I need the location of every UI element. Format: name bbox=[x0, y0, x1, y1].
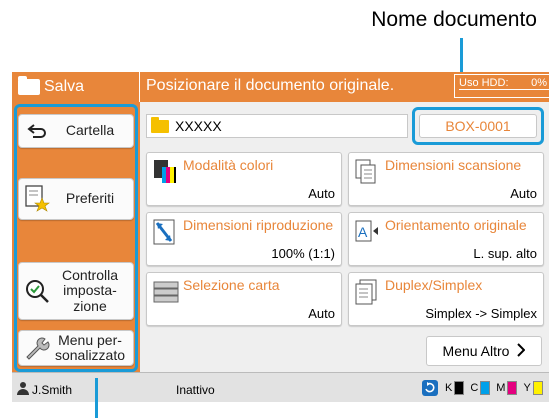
tile-scan-size[interactable]: Dimensioni scansione Auto bbox=[348, 152, 544, 206]
folder-name-field[interactable]: XXXXX bbox=[146, 114, 408, 138]
more-menu-label: Menu Altro bbox=[442, 343, 510, 359]
ink-m: M bbox=[496, 381, 518, 395]
chevron-right-icon bbox=[517, 342, 526, 360]
tile-value: 100% (1:1) bbox=[271, 246, 335, 261]
box-highlight: BOX-0001 bbox=[412, 107, 544, 145]
magnifier-check-icon bbox=[23, 277, 51, 305]
ink-levels: K C M Y bbox=[422, 380, 546, 396]
tile-color-mode[interactable]: Modalità colori Auto bbox=[146, 152, 342, 206]
back-arrow-icon bbox=[23, 117, 51, 145]
tile-title: Duplex/Simplex bbox=[385, 277, 483, 293]
mode-tab: Salva bbox=[12, 72, 140, 102]
tile-value: Auto bbox=[308, 186, 335, 201]
sidebar-item-label: Menu per-sonalizzato bbox=[54, 331, 126, 363]
sidebar-callout-line bbox=[95, 378, 98, 418]
sidebar-item-controlla[interactable]: Controlla imposta-zione bbox=[18, 262, 134, 320]
tile-value: Auto bbox=[308, 306, 335, 321]
sidebar-item-label: Cartella bbox=[65, 122, 115, 139]
hdd-usage: Uso HDD: 0% bbox=[454, 74, 549, 98]
user-info[interactable]: J.Smith bbox=[16, 381, 72, 398]
ink-y: Y bbox=[523, 381, 543, 395]
doc-name-callout-label: Nome documento bbox=[371, 8, 537, 31]
machine-state: Inattivo bbox=[176, 383, 215, 397]
user-icon bbox=[16, 381, 30, 398]
scan-size-icon bbox=[355, 159, 379, 185]
color-mode-icon bbox=[153, 159, 177, 185]
favorites-icon bbox=[23, 185, 51, 213]
tile-value: Simplex -> Simplex bbox=[425, 306, 537, 321]
svg-text:A: A bbox=[358, 224, 368, 240]
main-panel: XXXXX BOX-0001 Modalità colori Auto Dime… bbox=[140, 102, 549, 372]
tile-duplex-simplex[interactable]: Duplex/Simplex Simplex -> Simplex bbox=[348, 272, 544, 326]
folder-name: XXXXX bbox=[175, 118, 222, 134]
tile-value: Auto bbox=[510, 186, 537, 201]
tile-title: Modalità colori bbox=[183, 157, 274, 173]
status-bar: J.Smith Inattivo K C M Y bbox=[12, 372, 549, 402]
ink-k: K bbox=[445, 381, 465, 395]
ink-c: C bbox=[470, 381, 491, 395]
sidebar-item-cartella[interactable]: Cartella bbox=[18, 114, 134, 148]
sidebar-item-label: Controlla imposta-zione bbox=[61, 266, 119, 314]
sidebar-item-menu-personalizzato[interactable]: Menu per-sonalizzato bbox=[18, 330, 134, 366]
hdd-value: 0% bbox=[531, 77, 547, 89]
orientation-icon: A bbox=[355, 219, 379, 245]
tile-title: Dimensioni scansione bbox=[385, 157, 522, 173]
tile-reproduction-size[interactable]: Dimensioni riproduzione 100% (1:1) bbox=[146, 212, 342, 266]
user-name: J.Smith bbox=[32, 382, 73, 397]
sidebar-item-label: Preferiti bbox=[65, 190, 115, 207]
tile-title: Orientamento originale bbox=[385, 217, 527, 233]
reproduction-size-icon bbox=[153, 219, 177, 245]
tile-title: Dimensioni riproduzione bbox=[183, 217, 334, 233]
folder-icon bbox=[151, 116, 169, 133]
duplex-icon bbox=[355, 279, 379, 305]
panel-screen: Salva Posizionare il documento originale… bbox=[12, 72, 549, 402]
status-message: Posizionare il documento originale. bbox=[146, 77, 395, 94]
sidebar: Cartella Preferiti Controlla imposta-zio… bbox=[12, 102, 140, 372]
mode-label: Salva bbox=[44, 78, 85, 95]
more-menu-button[interactable]: Menu Altro bbox=[426, 336, 542, 366]
paper-tray-icon bbox=[153, 279, 179, 305]
hdd-label: Uso HDD: bbox=[459, 77, 509, 89]
folder-icon bbox=[18, 76, 40, 95]
wrench-icon bbox=[23, 334, 51, 362]
tile-title: Selezione carta bbox=[183, 277, 280, 293]
sidebar-item-preferiti[interactable]: Preferiti bbox=[18, 178, 134, 220]
tile-value: L. sup. alto bbox=[473, 246, 537, 261]
callout-area: Nome documento bbox=[0, 0, 549, 74]
doc-name-callout-line bbox=[460, 38, 463, 74]
document-name-button[interactable]: BOX-0001 bbox=[419, 114, 537, 138]
tile-paper-selection[interactable]: Selezione carta Auto bbox=[146, 272, 342, 326]
refresh-icon[interactable] bbox=[422, 380, 438, 396]
title-bar: Salva Posizionare il documento originale… bbox=[12, 72, 549, 102]
tile-orientation[interactable]: A Orientamento originale L. sup. alto bbox=[348, 212, 544, 266]
